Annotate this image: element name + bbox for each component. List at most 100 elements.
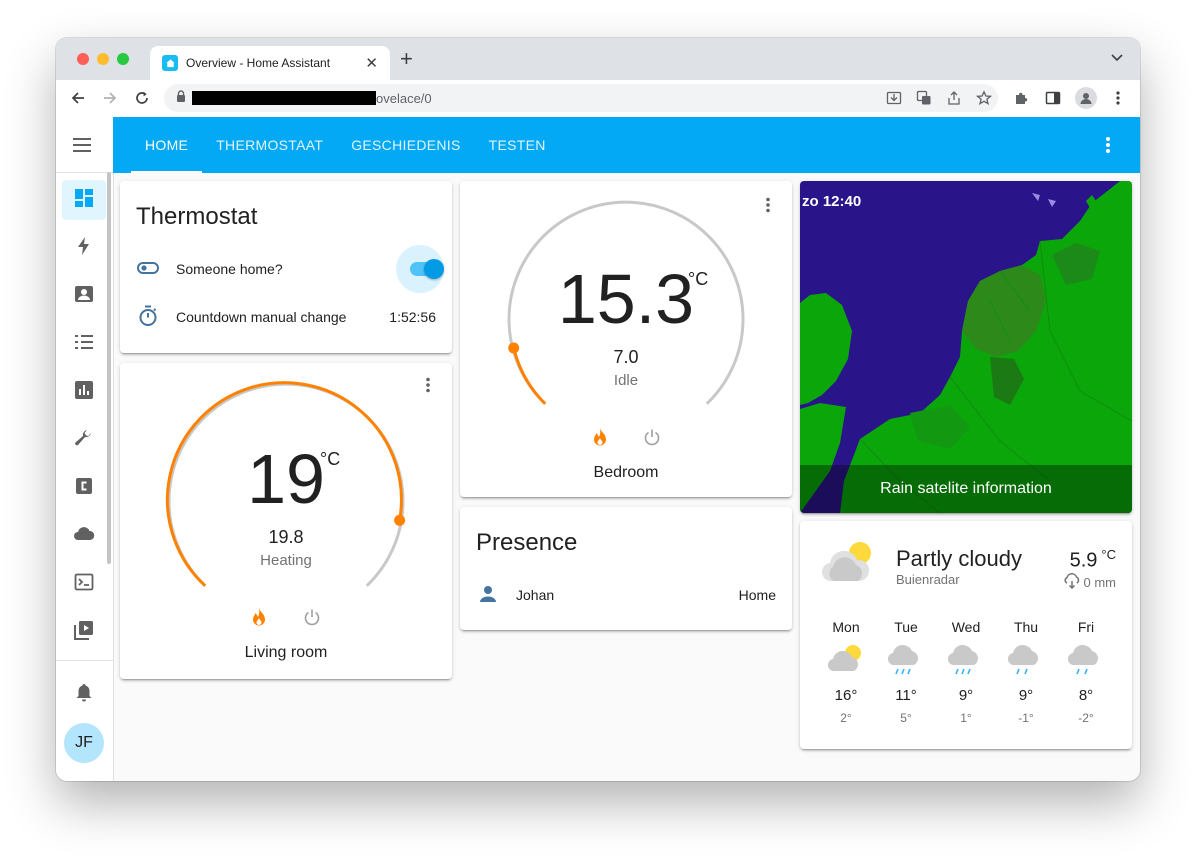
- entity-row-someone-home[interactable]: Someone home?: [136, 249, 436, 289]
- temperature-unit: °C: [320, 449, 341, 469]
- rainy-icon: [936, 641, 996, 681]
- heat-mode-flame-icon[interactable]: [591, 427, 609, 452]
- entity-row-countdown[interactable]: Countdown manual change 1:52:56: [136, 297, 436, 337]
- forecast-day-tue: Tue 11° 5°: [876, 619, 936, 725]
- forecast-low: 1°: [960, 711, 972, 725]
- address-bar[interactable]: ovelace/0: [164, 84, 998, 112]
- sidebar-item-logbook[interactable]: [62, 324, 106, 364]
- zoom-window-button[interactable]: [117, 53, 129, 65]
- dial-handle[interactable]: [394, 514, 406, 526]
- target-temperature[interactable]: 7.0: [576, 347, 676, 368]
- rainy-icon: [1056, 641, 1116, 681]
- forecast-high: 16°: [834, 687, 858, 704]
- sidebar-item-developer-tools[interactable]: [62, 420, 106, 460]
- translate-icon[interactable]: [916, 90, 932, 111]
- new-tab-button[interactable]: +: [400, 48, 413, 70]
- tab-home[interactable]: HOME: [131, 117, 203, 173]
- off-mode-power-icon[interactable]: [303, 608, 321, 631]
- minimize-window-button[interactable]: [97, 53, 109, 65]
- sidebar-item-custom[interactable]: [62, 468, 106, 508]
- current-temperature: 15.3: [557, 260, 695, 338]
- user-avatar[interactable]: JF: [64, 723, 104, 763]
- sidebar-divider: [56, 172, 113, 173]
- target-temperature[interactable]: 19.8: [236, 527, 336, 548]
- menu-hamburger-icon[interactable]: [72, 137, 92, 158]
- profile-icon[interactable]: [1075, 87, 1097, 109]
- tab-thermostaat[interactable]: THERMOSTAAT: [202, 117, 337, 173]
- sidebar-item-cloud[interactable]: [62, 516, 106, 556]
- sidebar-item-energy[interactable]: [62, 228, 106, 268]
- browser-toolbar: ovelace/0: [56, 80, 1140, 118]
- entity-row-johan[interactable]: Johan Home: [476, 575, 776, 615]
- header-menu-icon[interactable]: [1106, 136, 1110, 159]
- forecast-high: 11°: [895, 687, 917, 704]
- sidebar-item-overview[interactable]: [62, 180, 106, 220]
- forecast-day-mon: Mon 16° 2°: [816, 619, 876, 725]
- side-panel-icon[interactable]: [1044, 89, 1062, 107]
- weather-source: Buienradar: [896, 572, 960, 587]
- forecast-day-fri: Fri 8° -2°: [1056, 619, 1116, 725]
- console-icon: [74, 572, 94, 597]
- heat-mode-flame-icon[interactable]: [250, 607, 268, 632]
- partly-cloudy-icon: [816, 641, 876, 681]
- back-arrow-icon[interactable]: [68, 88, 88, 108]
- forecast-high: 9°: [1018, 687, 1034, 704]
- forecast-low: -1°: [1018, 711, 1034, 725]
- dashboard-icon: [74, 188, 94, 213]
- sidebar-item-map[interactable]: [62, 276, 106, 316]
- home-assistant-favicon-icon: [162, 55, 178, 71]
- entity-name: Countdown manual change: [176, 309, 347, 325]
- weather-forecast-card[interactable]: Partly cloudy Buienradar 5.9 °C 0 mm Mon …: [800, 521, 1132, 749]
- sidebar-item-notifications[interactable]: [62, 674, 106, 714]
- sidebar-item-history[interactable]: [62, 372, 106, 412]
- forward-arrow-icon[interactable]: [100, 88, 120, 108]
- sidebar-item-terminal[interactable]: [62, 564, 106, 604]
- share-icon[interactable]: [946, 90, 962, 111]
- forecast-day: Fri: [1077, 619, 1095, 635]
- close-tab-icon[interactable]: ✕: [365, 54, 378, 72]
- forecast-day: Tue: [894, 619, 918, 635]
- rainy-icon: [996, 641, 1056, 681]
- forecast-low: 2°: [840, 711, 852, 725]
- card-more-icon[interactable]: [418, 375, 438, 395]
- bedroom-thermostat-card: 15.3 °C 7.0 Idle Bedroom: [460, 181, 792, 497]
- thermostat-entities-card: Thermostat Someone home? Countdown manua…: [120, 181, 452, 353]
- forecast-low: -2°: [1078, 711, 1094, 725]
- url-text: ovelace/0: [376, 90, 432, 106]
- card-more-icon[interactable]: [758, 195, 778, 215]
- dial-active-arc: [512, 347, 547, 405]
- dial-handle[interactable]: [508, 342, 520, 354]
- bookmark-star-icon[interactable]: [975, 90, 993, 111]
- browser-menu-icon[interactable]: [1109, 89, 1127, 107]
- thermostat-name: Bedroom: [593, 464, 659, 481]
- thermostat-name: Living room: [244, 644, 328, 661]
- card-title: Presence: [476, 529, 578, 556]
- sidebar-divider-bottom: [56, 660, 113, 661]
- reload-icon[interactable]: [132, 88, 152, 108]
- tab-testen[interactable]: TESTEN: [475, 117, 560, 173]
- tab-geschiedenis[interactable]: GESCHIEDENIS: [337, 117, 474, 173]
- forecast-day-wed: Wed 9° 1°: [936, 619, 996, 725]
- lock-icon[interactable]: [176, 89, 186, 107]
- sidebar-scrollbar[interactable]: [107, 172, 111, 564]
- someone-home-toggle[interactable]: [396, 245, 444, 293]
- partly-cloudy-icon: [820, 537, 878, 592]
- off-mode-power-icon[interactable]: [643, 428, 661, 451]
- bell-icon: [74, 682, 94, 707]
- weather-temperature-unit: °C: [1101, 547, 1116, 562]
- chart-box-icon: [74, 380, 94, 405]
- browser-tab[interactable]: Overview - Home Assistant ✕: [150, 46, 390, 80]
- toggle-switch-icon: [136, 256, 160, 283]
- app-header: HOME THERMOSTAAT GESCHIEDENIS TESTEN: [113, 117, 1140, 173]
- forecast-high: 8°: [1078, 687, 1094, 704]
- extensions-puzzle-icon[interactable]: [1012, 89, 1030, 107]
- sidebar: JF: [56, 117, 114, 781]
- radar-map-image: [800, 181, 1132, 513]
- tab-search-chevron-icon[interactable]: [1110, 51, 1124, 70]
- tab-title: Overview - Home Assistant: [186, 56, 331, 70]
- alpha-c-box-icon: [74, 476, 94, 501]
- sidebar-item-media[interactable]: [62, 612, 106, 652]
- install-app-icon[interactable]: [886, 90, 902, 111]
- close-window-button[interactable]: [77, 53, 89, 65]
- radar-map-card[interactable]: zo 12:40 Rain satelite information: [800, 181, 1132, 513]
